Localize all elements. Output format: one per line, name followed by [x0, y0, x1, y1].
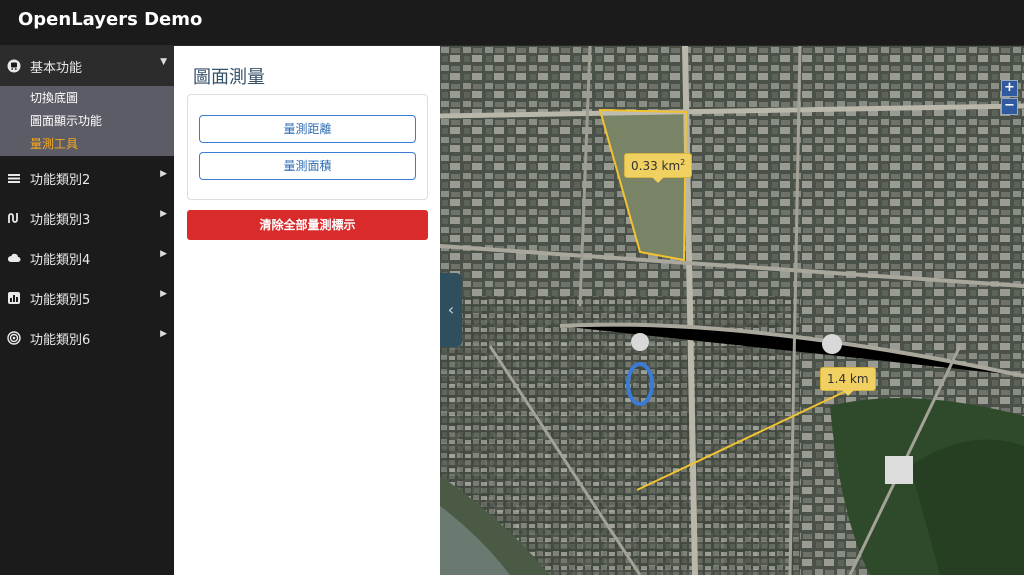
panel-title: 圖面測量: [193, 67, 265, 88]
sidebar-item-label: 基本功能: [30, 61, 83, 76]
area-unit-superscript: 2: [680, 158, 686, 167]
sidebar-item-label: 功能類別3: [30, 213, 91, 228]
collapse-panel-button[interactable]: ‹: [440, 273, 462, 347]
submenu-item-basemap[interactable]: 切換底圖: [30, 89, 78, 106]
distance-measure-value: 1.4 km: [827, 372, 869, 386]
sidebar-item-category3[interactable]: 功能類別3 ▶: [0, 198, 174, 238]
distance-measure-tooltip: 1.4 km: [820, 367, 876, 396]
chart-icon: [8, 292, 20, 304]
sidebar-item-label: 功能類別4: [30, 253, 91, 268]
measure-panel: 圖面測量 量測距離 量測面積 清除全部量測標示: [174, 46, 440, 575]
cloud-icon: [7, 253, 21, 262]
sidebar-item-label: 功能類別6: [30, 333, 91, 348]
measure-card: 量測距離 量測面積: [187, 94, 428, 200]
measure-distance-button[interactable]: 量測距離: [199, 115, 416, 143]
sidebar-item-label: 功能類別5: [30, 293, 91, 308]
caret-right-icon: ▶: [160, 289, 167, 299]
zoom-in-button[interactable]: +: [1001, 80, 1018, 97]
app-title: OpenLayers Demo: [18, 9, 203, 30]
sidebar-item-category4[interactable]: 功能類別4 ▶: [0, 238, 174, 278]
caret-right-icon: ▶: [160, 169, 167, 179]
zoom-out-button[interactable]: −: [1001, 98, 1018, 115]
caret-right-icon: ▶: [160, 329, 167, 339]
target-icon: [7, 331, 21, 345]
caret-right-icon: ▶: [160, 249, 167, 259]
sidebar: 基本功能 ▼ 切換底圖 圖面顯示功能 量測工具 功能類別2 ▶ 功能類別3 ▶ …: [0, 46, 174, 575]
area-measure-tooltip: 0.33 km2: [624, 153, 693, 183]
map-view[interactable]: + − ‹ 0.33 km2 1.4 km: [440, 46, 1024, 575]
sidebar-item-category2[interactable]: 功能類別2 ▶: [0, 158, 174, 198]
caret-down-icon: ▼: [160, 57, 167, 67]
caret-right-icon: ▶: [160, 209, 167, 219]
submenu-item-display[interactable]: 圖面顯示功能: [30, 112, 102, 129]
clear-measurements-button[interactable]: 清除全部量測標示: [187, 210, 428, 240]
sidebar-item-category6[interactable]: 功能類別6 ▶: [0, 318, 174, 358]
train-icon: [7, 59, 21, 73]
sidebar-item-label: 功能類別2: [30, 173, 91, 188]
satellite-imagery: [440, 46, 1024, 575]
sidebar-item-category5[interactable]: 功能類別5 ▶: [0, 278, 174, 318]
submenu-item-measure[interactable]: 量測工具: [30, 135, 78, 152]
route-icon: [8, 213, 18, 223]
sidebar-item-basic[interactable]: 基本功能 ▼: [0, 46, 174, 86]
submenu-basic: 切換底圖 圖面顯示功能 量測工具: [0, 86, 174, 156]
zoom-control: + −: [1001, 80, 1018, 115]
layers-icon: [8, 174, 20, 183]
measure-area-button[interactable]: 量測面積: [199, 152, 416, 180]
area-measure-value: 0.33 km: [631, 159, 681, 173]
top-bar: OpenLayers Demo: [0, 0, 1024, 46]
